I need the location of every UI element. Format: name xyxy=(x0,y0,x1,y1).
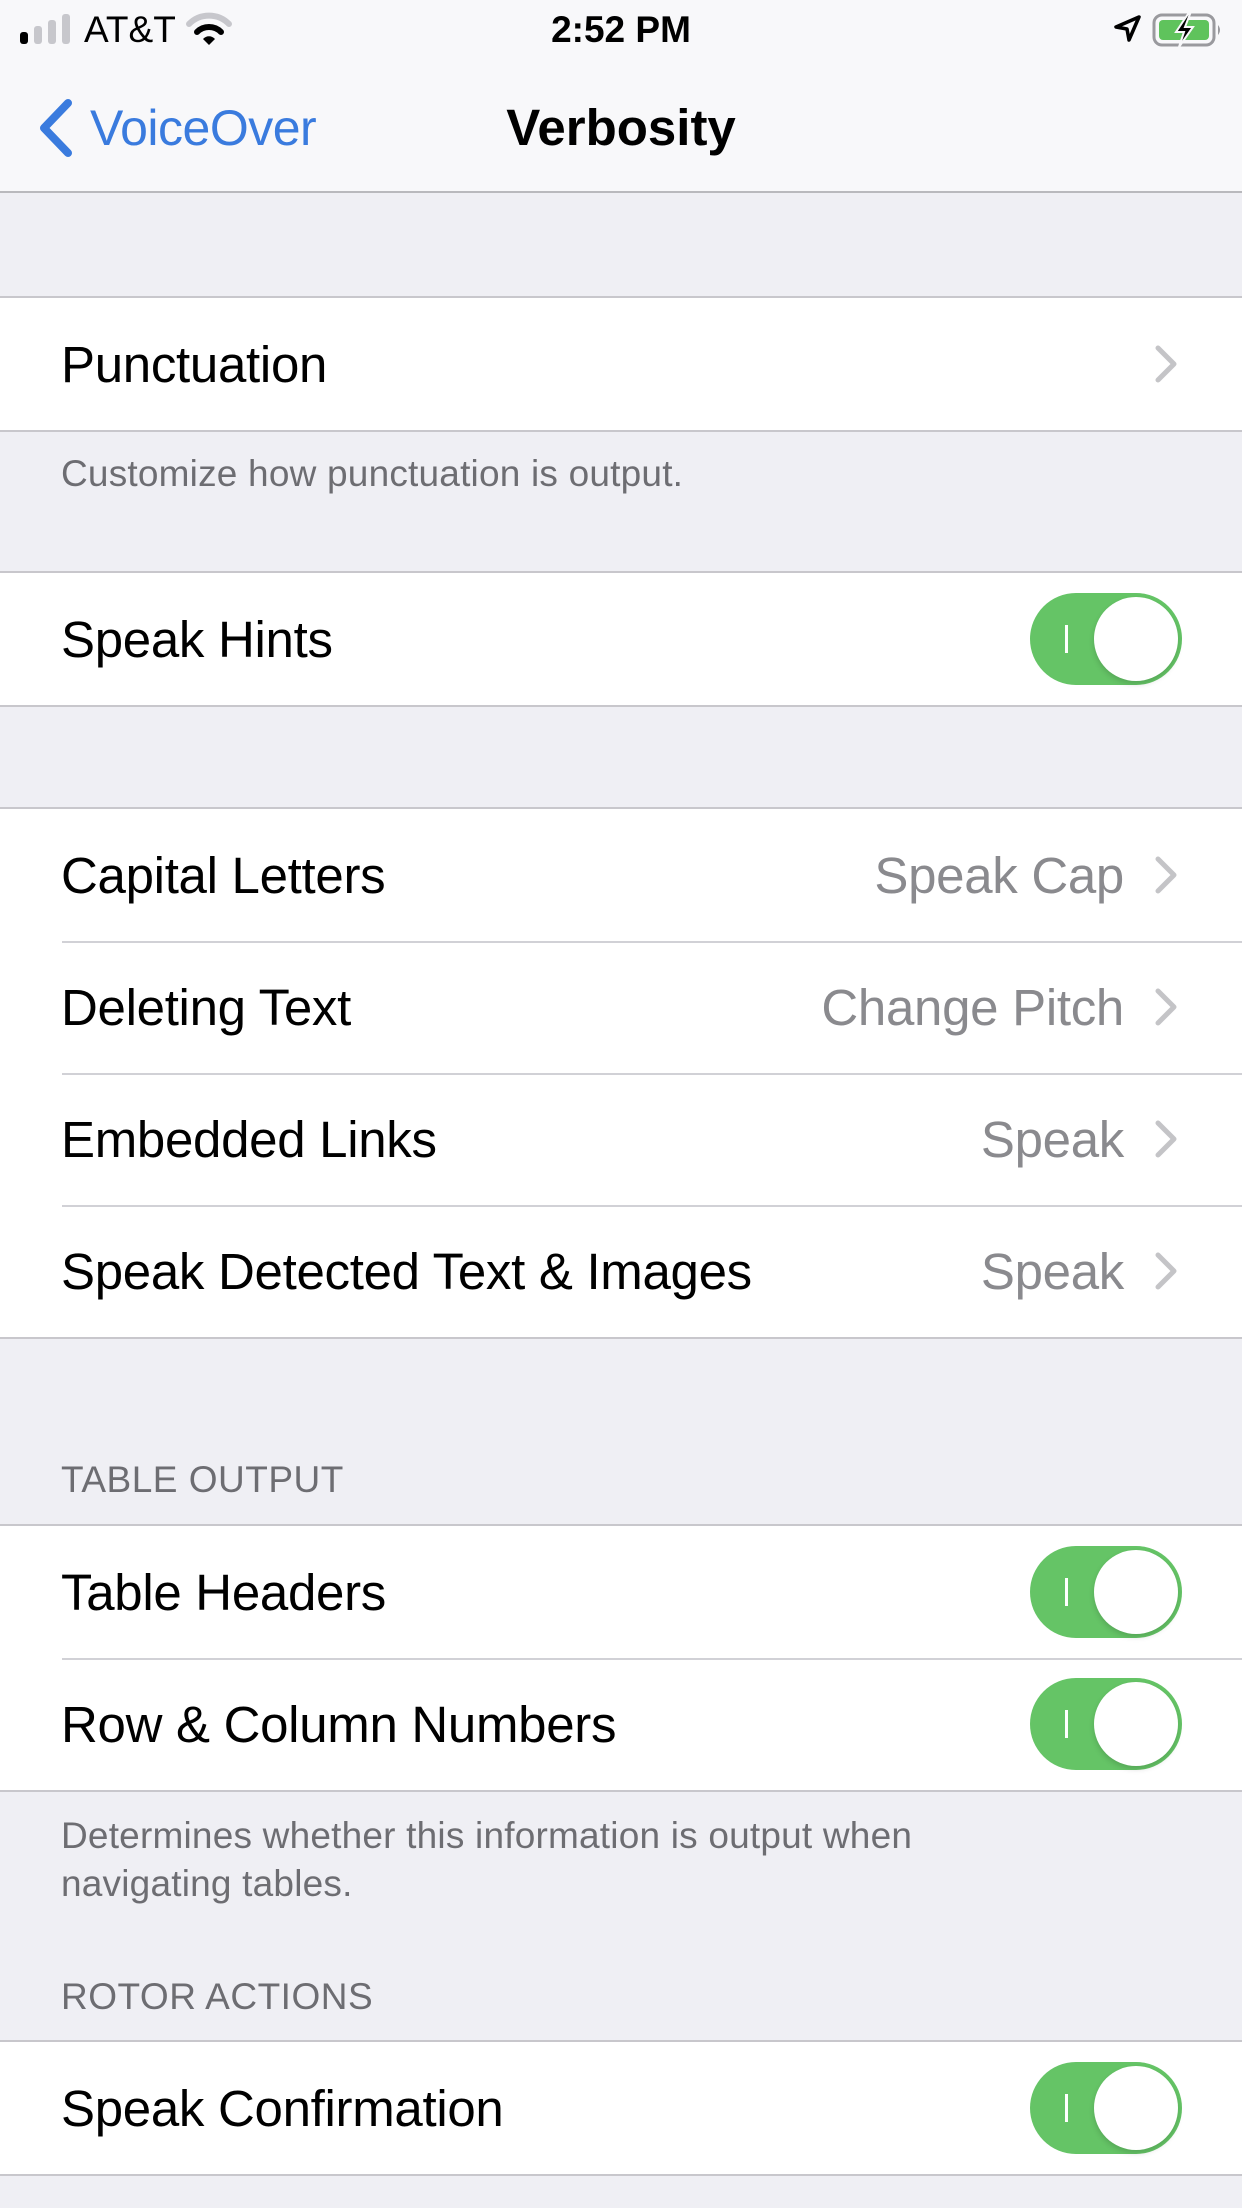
cell-row-column-numbers: Row & Column Numbers xyxy=(0,1658,1242,1790)
section-verbosity-options: Capital Letters Speak Cap Deleting Text … xyxy=(0,807,1242,1339)
speak-confirmation-toggle[interactable] xyxy=(1030,2062,1182,2154)
cell-embedded-links[interactable]: Embedded Links Speak xyxy=(0,1073,1242,1205)
section-rotor-actions: Speak Confirmation xyxy=(0,2040,1242,2176)
cell-speak-hints: Speak Hints xyxy=(0,573,1242,705)
cell-label: Speak Detected Text & Images xyxy=(61,1242,752,1300)
section-speak-hints: Speak Hints xyxy=(0,571,1242,707)
row-column-numbers-toggle[interactable] xyxy=(1030,1678,1182,1770)
section-footer: Customize how punctuation is output. xyxy=(61,453,684,494)
toggle-on-indicator xyxy=(1065,1578,1068,1606)
cell-speak-detected-text[interactable]: Speak Detected Text & Images Speak xyxy=(0,1205,1242,1337)
cell-deleting-text[interactable]: Deleting Text Change Pitch xyxy=(0,941,1242,1073)
section-table-output: Table Headers Row & Column Numbers xyxy=(0,1524,1242,1792)
cell-label: Embedded Links xyxy=(61,1110,437,1168)
toggle-knob xyxy=(1094,2066,1178,2150)
chevron-right-icon xyxy=(1155,988,1177,1026)
chevron-right-icon xyxy=(1155,1120,1177,1158)
cell-label: Capital Letters xyxy=(61,846,386,904)
cell-value: Speak Cap xyxy=(874,846,1124,904)
toggle-knob xyxy=(1094,1550,1178,1634)
speak-hints-toggle[interactable] xyxy=(1030,593,1182,685)
section-header-table-output: TABLE OUTPUT xyxy=(61,1459,344,1500)
cell-value: Speak xyxy=(980,1110,1124,1168)
chevron-right-icon xyxy=(1155,1252,1177,1290)
toggle-on-indicator xyxy=(1065,1710,1068,1738)
toggle-on-indicator xyxy=(1065,2094,1068,2122)
section-footer: Determines whether this information is o… xyxy=(61,1815,913,1904)
section-punctuation: Punctuation xyxy=(0,296,1242,432)
cell-label: Deleting Text xyxy=(61,978,351,1036)
cell-value: Change Pitch xyxy=(821,978,1124,1036)
cell-table-headers: Table Headers xyxy=(0,1526,1242,1658)
cell-label: Table Headers xyxy=(61,1563,386,1621)
status-time: 2:52 PM xyxy=(551,9,691,50)
section-header-rotor-actions: ROTOR ACTIONS xyxy=(61,1976,374,2017)
chevron-right-icon xyxy=(1155,856,1177,894)
battery-charging-icon xyxy=(1152,13,1220,48)
cell-label: Row & Column Numbers xyxy=(61,1695,617,1753)
location-arrow-icon xyxy=(1114,15,1141,42)
chevron-right-icon xyxy=(1155,345,1177,383)
toggle-knob xyxy=(1094,597,1178,681)
table-headers-toggle[interactable] xyxy=(1030,1546,1182,1638)
page-title: Verbosity xyxy=(506,99,736,156)
cell-label: Speak Confirmation xyxy=(61,2079,504,2137)
cell-value: Speak xyxy=(980,1242,1124,1300)
cell-speak-confirmation: Speak Confirmation xyxy=(0,2042,1242,2174)
navigation-bar: AT&T 2:52 PM VoiceOver Verbosity xyxy=(0,0,1242,193)
cell-punctuation[interactable]: Punctuation xyxy=(0,298,1242,430)
cell-label: Speak Hints xyxy=(61,610,333,668)
toggle-on-indicator xyxy=(1065,625,1068,653)
cell-label: Punctuation xyxy=(61,335,328,393)
cell-capital-letters[interactable]: Capital Letters Speak Cap xyxy=(0,809,1242,941)
toggle-knob xyxy=(1094,1682,1178,1766)
